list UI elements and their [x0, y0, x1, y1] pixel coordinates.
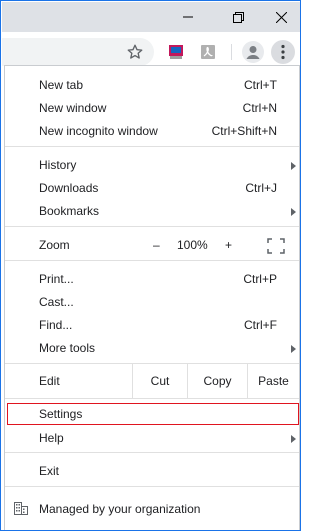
copy-label: Copy	[203, 374, 232, 388]
restore-button[interactable]	[218, 2, 258, 32]
menu-item-shortcut: Ctrl+N	[242, 101, 277, 115]
pdf-icon[interactable]	[200, 44, 216, 60]
zoom-value: 100%	[177, 238, 208, 252]
menu-item-shortcut: Ctrl+P	[243, 272, 277, 286]
menu-separator	[5, 486, 299, 487]
menu-item-label: Bookmarks	[39, 204, 100, 218]
menu-item-cast[interactable]: Cast...	[5, 291, 299, 314]
minimize-icon	[183, 16, 193, 18]
avatar[interactable]	[242, 41, 264, 63]
submenu-arrow-icon	[291, 208, 296, 216]
toolbar-separator	[231, 44, 232, 60]
menu-item-more-tools[interactable]: More tools	[5, 337, 299, 360]
menu-item-shortcut: Ctrl+T	[244, 78, 277, 92]
building-icon	[14, 502, 28, 515]
submenu-arrow-icon	[291, 345, 296, 353]
paste-button[interactable]: Paste	[247, 364, 299, 398]
close-button[interactable]	[261, 2, 300, 32]
menu-item-print[interactable]: Print... Ctrl+P	[5, 268, 299, 291]
menu-item-label: Help	[39, 431, 64, 445]
menu-separator	[5, 146, 299, 147]
menu-item-shortcut: Ctrl+F	[244, 318, 277, 332]
submenu-arrow-icon	[291, 162, 296, 170]
zoom-label: Zoom	[39, 238, 70, 252]
paste-label: Paste	[258, 374, 289, 388]
menu-button[interactable]	[271, 40, 295, 64]
restore-icon	[232, 11, 244, 23]
menu-separator	[5, 226, 299, 227]
menu-item-exit[interactable]: Exit	[5, 460, 299, 483]
minimize-button[interactable]	[168, 2, 208, 32]
menu-item-new-incognito-window[interactable]: New incognito window Ctrl+Shift+N	[5, 120, 299, 143]
fullscreen-icon[interactable]	[267, 238, 285, 254]
close-icon	[275, 11, 287, 23]
star-icon[interactable]	[126, 43, 144, 61]
menu-item-label: Managed by your organization	[39, 502, 201, 516]
cut-label: Cut	[150, 374, 170, 388]
menu-item-downloads[interactable]: Downloads Ctrl+J	[5, 177, 299, 200]
menu-item-edit: Edit Cut Copy Paste	[5, 364, 299, 398]
extension-icon[interactable]	[168, 44, 184, 60]
menu-item-label: Exit	[39, 464, 60, 478]
menu-item-label: New incognito window	[39, 124, 158, 138]
zoom-in-button[interactable]: +	[225, 238, 232, 252]
zoom-out-button[interactable]: –	[153, 238, 160, 252]
menu-item-label: Downloads	[39, 181, 99, 195]
menu-item-label: New window	[39, 101, 107, 115]
menu-item-label: History	[39, 158, 77, 172]
menu-item-label: Find...	[39, 318, 73, 332]
cut-button[interactable]: Cut	[132, 364, 187, 398]
menu-item-shortcut: Ctrl+J	[245, 181, 277, 195]
menu-item-label: New tab	[39, 78, 84, 92]
submenu-arrow-icon	[291, 435, 296, 443]
menu-item-new-tab[interactable]: New tab Ctrl+T	[5, 74, 299, 97]
menu-item-label: Cast...	[39, 295, 74, 309]
menu-item-help[interactable]: Help	[5, 427, 299, 450]
menu-separator	[5, 452, 299, 453]
menu-item-shortcut: Ctrl+Shift+N	[211, 124, 277, 138]
browser-window: New tab Ctrl+T New window Ctrl+N New inc…	[0, 0, 301, 531]
menu-item-label: More tools	[39, 341, 96, 355]
copy-button[interactable]: Copy	[187, 364, 247, 398]
menu-item-bookmarks[interactable]: Bookmarks	[5, 200, 299, 223]
menu-item-managed[interactable]: Managed by your organization	[5, 496, 299, 522]
title-bar	[2, 2, 300, 32]
menu-item-find[interactable]: Find... Ctrl+F	[5, 314, 299, 337]
menu-item-settings[interactable]: Settings	[7, 403, 299, 425]
menu-item-label: Settings	[39, 407, 83, 421]
more-vertical-icon	[281, 44, 285, 60]
menu-item-label: Print...	[39, 272, 74, 286]
edit-label: Edit	[39, 374, 60, 388]
menu-separator	[5, 260, 299, 261]
avatar-icon	[246, 46, 260, 59]
menu-item-new-window[interactable]: New window Ctrl+N	[5, 97, 299, 120]
chrome-menu: New tab Ctrl+T New window Ctrl+N New inc…	[4, 65, 300, 530]
menu-item-zoom: Zoom – 100% +	[5, 234, 299, 257]
menu-separator	[5, 398, 299, 399]
menu-item-history[interactable]: History	[5, 154, 299, 177]
